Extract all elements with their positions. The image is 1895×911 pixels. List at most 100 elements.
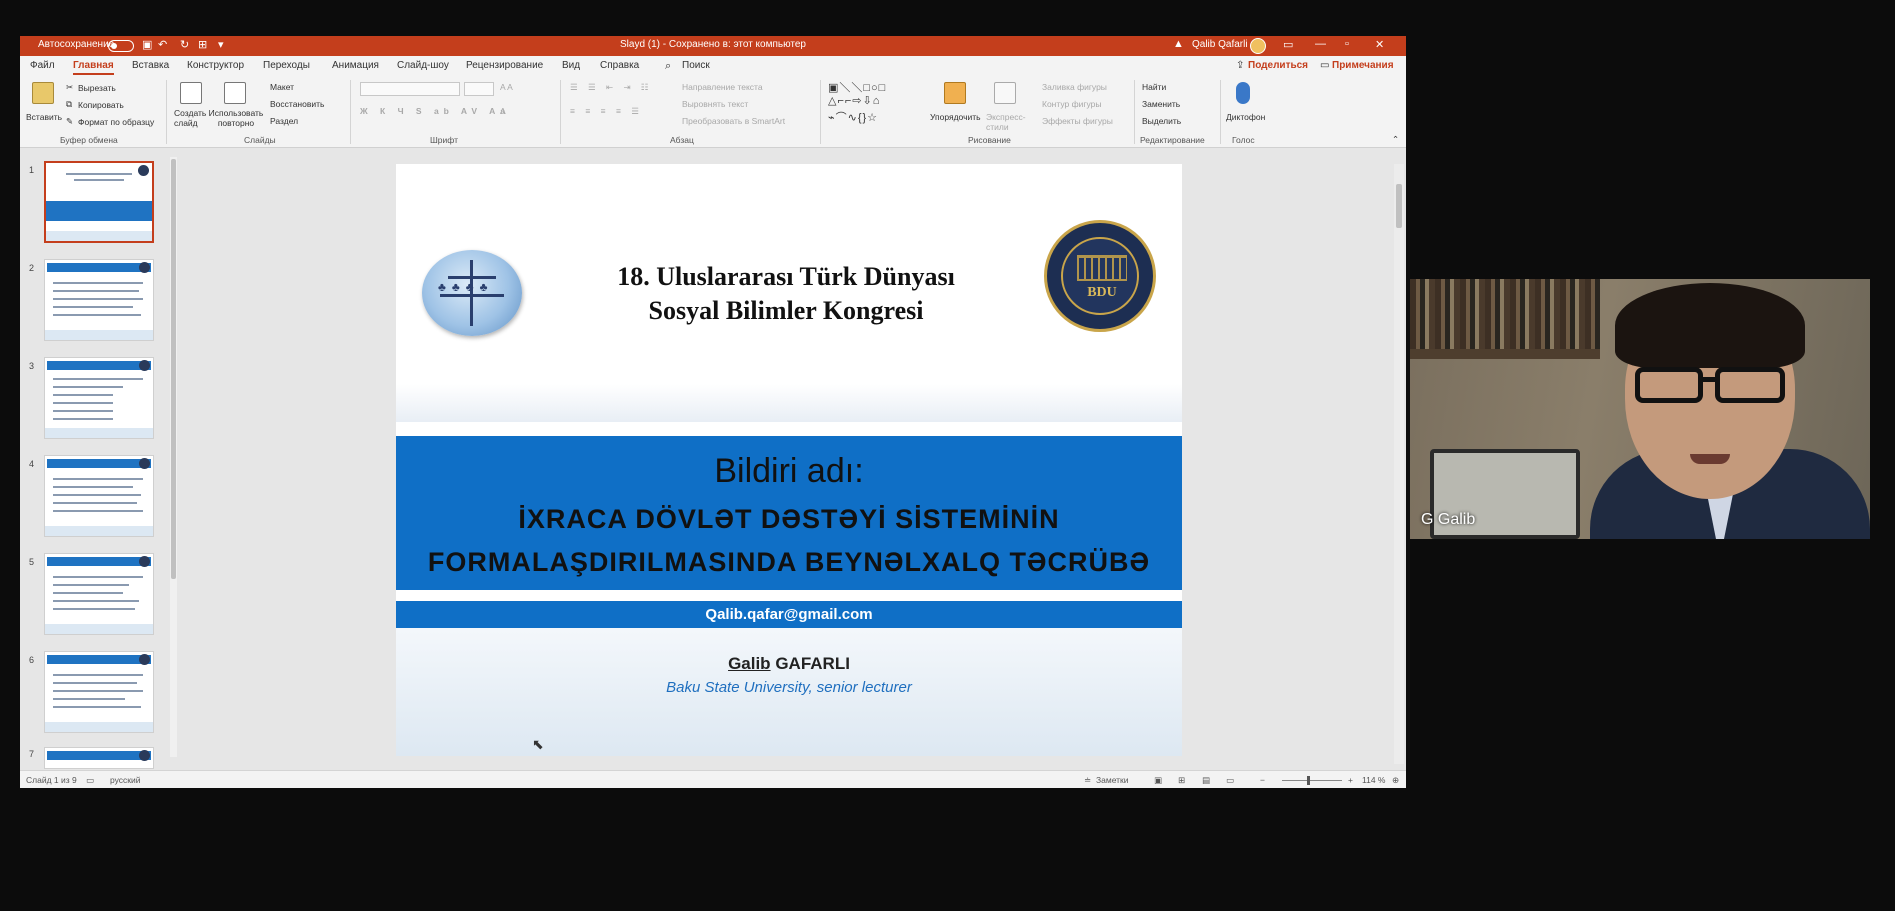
layout-button[interactable]: Макет [270,82,294,92]
quick-styles-button[interactable]: Экспресс-стили [986,112,1030,132]
search-icon[interactable]: ⌕ [665,60,671,73]
select-button[interactable]: Выделить [1142,116,1181,126]
slide-sorter-icon[interactable]: ⊞ [1178,775,1185,786]
zoom-slider-handle[interactable] [1307,776,1310,785]
tab-animations[interactable]: Анимация [332,60,379,71]
new-slide-button[interactable]: Создать слайд [174,108,206,128]
slideshow-view-icon[interactable]: ▭ [1226,775,1234,786]
participant-video[interactable]: G Galib [1410,279,1870,539]
avatar[interactable] [1250,38,1266,54]
slide-thumbnail-4[interactable] [44,455,154,537]
slide-thumbnail-1[interactable] [44,161,154,243]
minimize-button[interactable]: — [1315,38,1326,50]
paste-icon[interactable] [32,82,54,104]
copy-icon[interactable]: ⧉ [66,99,72,110]
comments-button[interactable]: Примечания [1332,60,1394,71]
section-button[interactable]: Раздел [270,116,298,126]
undo-icon[interactable]: ↶ [158,38,167,51]
shapes-gallery-row2[interactable]: △⌐⌐⇨⇩⌂ [828,94,880,107]
format-painter-icon[interactable]: ✎ [66,116,73,127]
list-icons[interactable]: ☰ ☰ ⇤ ⇥ ☷ [570,82,653,93]
shape-fill-button[interactable]: Заливка фигуры [1042,82,1107,92]
arrange-button[interactable]: Упорядочить [930,112,981,122]
notes-button[interactable]: Заметки [1096,775,1129,785]
cut-icon[interactable]: ✂ [66,82,73,93]
slide-thumbnail-5[interactable] [44,553,154,635]
tab-transitions[interactable]: Переходы [263,60,310,71]
align-text-button[interactable]: Выровнять текст [682,99,748,109]
smartart-button[interactable]: Преобразовать в SmartArt [682,116,785,126]
tab-design[interactable]: Конструктор [187,60,244,71]
shape-effects-button[interactable]: Эффекты фигуры [1042,116,1113,126]
copy-button[interactable]: Копировать [78,100,124,110]
shapes-gallery-row1[interactable]: ▣＼＼□○□ [828,79,886,95]
text-direction-button[interactable]: Направление текста [682,82,763,92]
tab-slideshow[interactable]: Слайд-шоу [397,60,449,71]
scrollbar-thumb[interactable] [171,159,176,579]
ribbon-display-options-icon[interactable]: ▭ [1283,38,1293,51]
tab-help[interactable]: Справка [600,60,639,71]
redo-icon[interactable]: ↻ [180,38,189,51]
slide-thumbnail-7[interactable] [44,747,154,769]
clipboard-group-label: Буфер обмена [60,135,118,145]
format-painter-button[interactable]: Формат по образцу [78,117,154,127]
normal-view-icon[interactable]: ▣ [1154,775,1162,786]
tab-insert[interactable]: Вставка [132,60,169,71]
tab-home[interactable]: Главная [73,60,114,75]
comments-icon[interactable]: ▭ [1320,60,1329,71]
font-color-icon[interactable]: A [500,106,506,116]
maximize-button[interactable]: ▫ [1345,38,1349,50]
start-slideshow-icon[interactable]: ⊞ [198,38,207,51]
thumbnails-scrollbar[interactable] [170,157,177,757]
font-grow-icon[interactable]: A A [500,82,513,92]
cut-button[interactable]: Вырезать [78,83,116,93]
font-name-select[interactable] [360,82,460,96]
user-name[interactable]: Qalib Qafarli [1192,39,1248,50]
autosave-toggle[interactable] [108,40,134,52]
align-icons[interactable]: ≡ ≡ ≡ ≡ ☰ [570,106,643,117]
tab-file[interactable]: Файл [30,60,55,71]
tab-view[interactable]: Вид [562,60,580,71]
shape-outline-button[interactable]: Контур фигуры [1042,99,1101,109]
reset-button[interactable]: Восстановить [270,99,324,109]
spellcheck-icon[interactable]: ▭ [86,775,94,786]
dictate-button[interactable]: Диктофон [1226,112,1265,122]
paste-button[interactable]: Вставить [26,112,62,122]
quick-styles-icon[interactable] [994,82,1016,104]
find-button[interactable]: Найти [1142,82,1166,92]
zoom-out-icon[interactable]: − [1260,775,1265,785]
reading-view-icon[interactable]: ▤ [1202,775,1210,786]
new-slide-icon[interactable] [180,82,202,104]
replace-button[interactable]: Заменить [1142,99,1180,109]
scrollbar-thumb[interactable] [1396,184,1402,228]
save-icon[interactable]: ▣ [142,38,152,51]
customize-toolbar-icon[interactable]: ▾ [218,38,224,51]
arrange-icon[interactable] [944,82,966,104]
reuse-slides-button[interactable]: Использовать повторно [208,108,264,128]
thumb-logo [139,654,150,665]
share-button[interactable]: Поделиться [1248,60,1308,71]
notes-icon[interactable]: ≐ [1084,775,1091,786]
slide-thumbnail-3[interactable] [44,357,154,439]
tab-review[interactable]: Рецензирование [466,60,543,71]
share-icon[interactable]: ⇪ [1236,60,1244,71]
language-indicator[interactable]: русский [110,775,141,785]
zoom-in-icon[interactable]: + [1348,775,1353,785]
search-box[interactable]: Поиск [682,60,710,71]
font-size-select[interactable] [464,82,494,96]
shapes-gallery-row3[interactable]: ⌁⌒∿{}☆ [828,109,878,125]
slide-scrollbar[interactable] [1394,164,1404,764]
collapse-ribbon-icon[interactable]: ⌃ [1392,134,1399,145]
reuse-slides-icon[interactable] [224,82,246,104]
microphone-icon[interactable] [1236,82,1250,104]
zoom-slider[interactable] [1282,780,1342,781]
slide-thumbnail-2[interactable] [44,259,154,341]
slide-canvas[interactable]: ♣♣♣♣ 18. Uluslararası Türk Dünyası Sosya… [396,164,1182,756]
zoom-level[interactable]: 114 % [1362,775,1385,785]
paper-title: İXRACA DÖVLƏT DƏSTƏYİ SİSTEMİNİN FORMALA… [396,498,1182,584]
slide-thumbnail-6[interactable] [44,651,154,733]
close-button[interactable]: ✕ [1375,38,1384,51]
font-format-icons[interactable]: Ж К Ч S ab AV Aa [360,106,510,116]
thumb-banner [46,201,152,221]
fit-to-window-icon[interactable]: ⊕ [1392,775,1399,786]
